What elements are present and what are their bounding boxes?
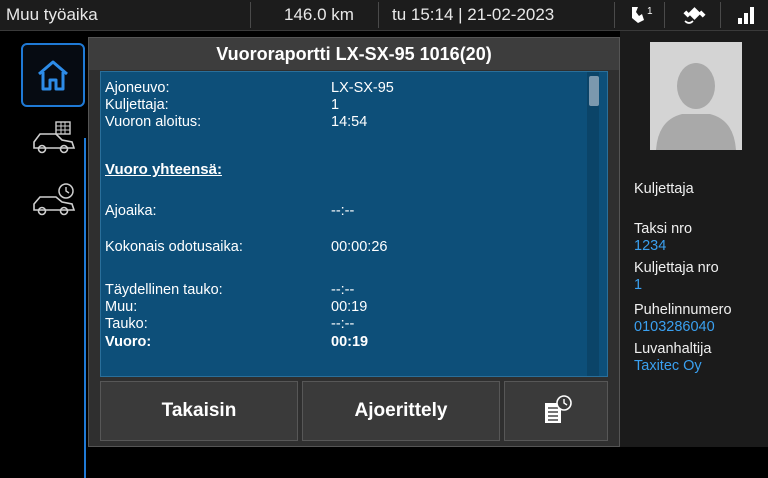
datetime-readout: tu 15:14 | 21-02-2023 <box>392 5 555 24</box>
nav-taxi-clock-button[interactable] <box>28 179 80 223</box>
report-row-shift-total: Vuoro: 00:19 <box>105 334 585 352</box>
home-icon <box>38 60 68 91</box>
print-report-button[interactable] <box>504 381 608 441</box>
row-value: 00:19 <box>331 299 368 315</box>
dialog-button-bar: Takaisin Ajoerittely <box>100 381 608 441</box>
phone-badge: 1 <box>647 6 653 17</box>
print-report-icon <box>545 395 572 423</box>
trip-details-button[interactable]: Ajoerittely <box>302 381 500 441</box>
row-label: Ajoaika: <box>105 203 157 219</box>
divider <box>378 2 379 28</box>
divider <box>664 2 665 28</box>
report-row-break: Tauko: --:-- <box>105 316 585 334</box>
avatar <box>650 42 742 150</box>
nav-accent-line <box>84 138 86 478</box>
shift-report-dialog: Vuororaportti LX-SX-95 1016(20) Ajoneuvo… <box>88 37 620 447</box>
driver-heading: Kuljettaja <box>634 181 694 197</box>
report-row-full-break: Täydellinen tauko: --:-- <box>105 282 585 300</box>
report-row-driving-time: Ajoaika: --:-- <box>105 203 585 221</box>
license-holder-label: Luvanhaltija <box>634 341 712 357</box>
row-label: Ajoneuvo: <box>105 80 170 96</box>
row-value: --:-- <box>331 316 355 332</box>
section-heading: Vuoro yhteensä: <box>105 161 222 178</box>
phone-label: Puhelinnumero <box>634 302 732 318</box>
divider <box>720 2 721 28</box>
row-label: Tauko: <box>105 316 148 332</box>
status-bar: Muu työaika 146.0 km tu 15:14 | 21-02-20… <box>0 0 768 31</box>
row-label: Vuoro: <box>105 334 152 350</box>
report-row-shift-start: Vuoron aloitus: 14:54 <box>105 114 585 132</box>
row-value: 00:19 <box>331 334 369 350</box>
distance-readout: 146.0 km <box>284 5 354 24</box>
taxi-clock-icon <box>33 183 76 216</box>
report-row-other: Muu: 00:19 <box>105 299 585 317</box>
network-signal-icon <box>724 0 768 30</box>
report-content[interactable]: Ajoneuvo: LX-SX-95 Kuljettaja: 1 Vuoron … <box>100 71 608 377</box>
row-label: Kuljettaja: <box>105 97 169 113</box>
taxi-number-label: Taksi nro <box>634 221 693 237</box>
license-holder-value: Taxitec Oy <box>634 358 702 374</box>
row-value: --:-- <box>331 282 355 298</box>
row-label: Muu: <box>105 299 138 315</box>
driver-number-label: Kuljettaja nro <box>634 260 719 276</box>
side-nav <box>0 31 88 478</box>
divider <box>250 2 251 28</box>
row-value: --:-- <box>331 203 355 219</box>
row-value: LX-SX-95 <box>331 80 394 96</box>
driver-number-value: 1 <box>634 277 643 293</box>
row-label: Kokonais odotusaika: <box>105 239 243 255</box>
taxi-number-value: 1234 <box>634 238 667 254</box>
driver-panel: Kuljettaja Taksi nro 1234 Kuljettaja nro… <box>620 31 768 447</box>
gps-icon <box>668 0 720 30</box>
phone-value: 0103286040 <box>634 319 715 335</box>
dialog-title: Vuororaportti LX-SX-95 1016(20) <box>89 38 619 70</box>
report-row-vehicle: Ajoneuvo: LX-SX-95 <box>105 80 585 98</box>
scrollbar-track[interactable] <box>587 72 599 376</box>
nav-home-button[interactable] <box>21 43 85 107</box>
row-value: 1 <box>331 97 340 113</box>
back-button[interactable]: Takaisin <box>100 381 298 441</box>
scrollbar-thumb[interactable] <box>589 76 599 106</box>
row-label: Vuoron aloitus: <box>105 114 202 130</box>
row-label: Täydellinen tauko: <box>105 282 223 298</box>
row-value: 14:54 <box>331 114 368 130</box>
nav-taxi-meter-button[interactable] <box>28 117 80 161</box>
taxi-meter-icon <box>33 121 76 154</box>
report-row-driver: Kuljettaja: 1 <box>105 97 585 115</box>
person-silhouette-icon <box>650 42 742 150</box>
phone-signal-icon: 1 <box>620 0 664 30</box>
report-row-total-waiting: Kokonais odotusaika: 00:00:26 <box>105 239 585 257</box>
row-value: 00:00:26 <box>331 239 388 255</box>
work-status: Muu työaika <box>6 5 98 24</box>
divider <box>614 2 615 28</box>
